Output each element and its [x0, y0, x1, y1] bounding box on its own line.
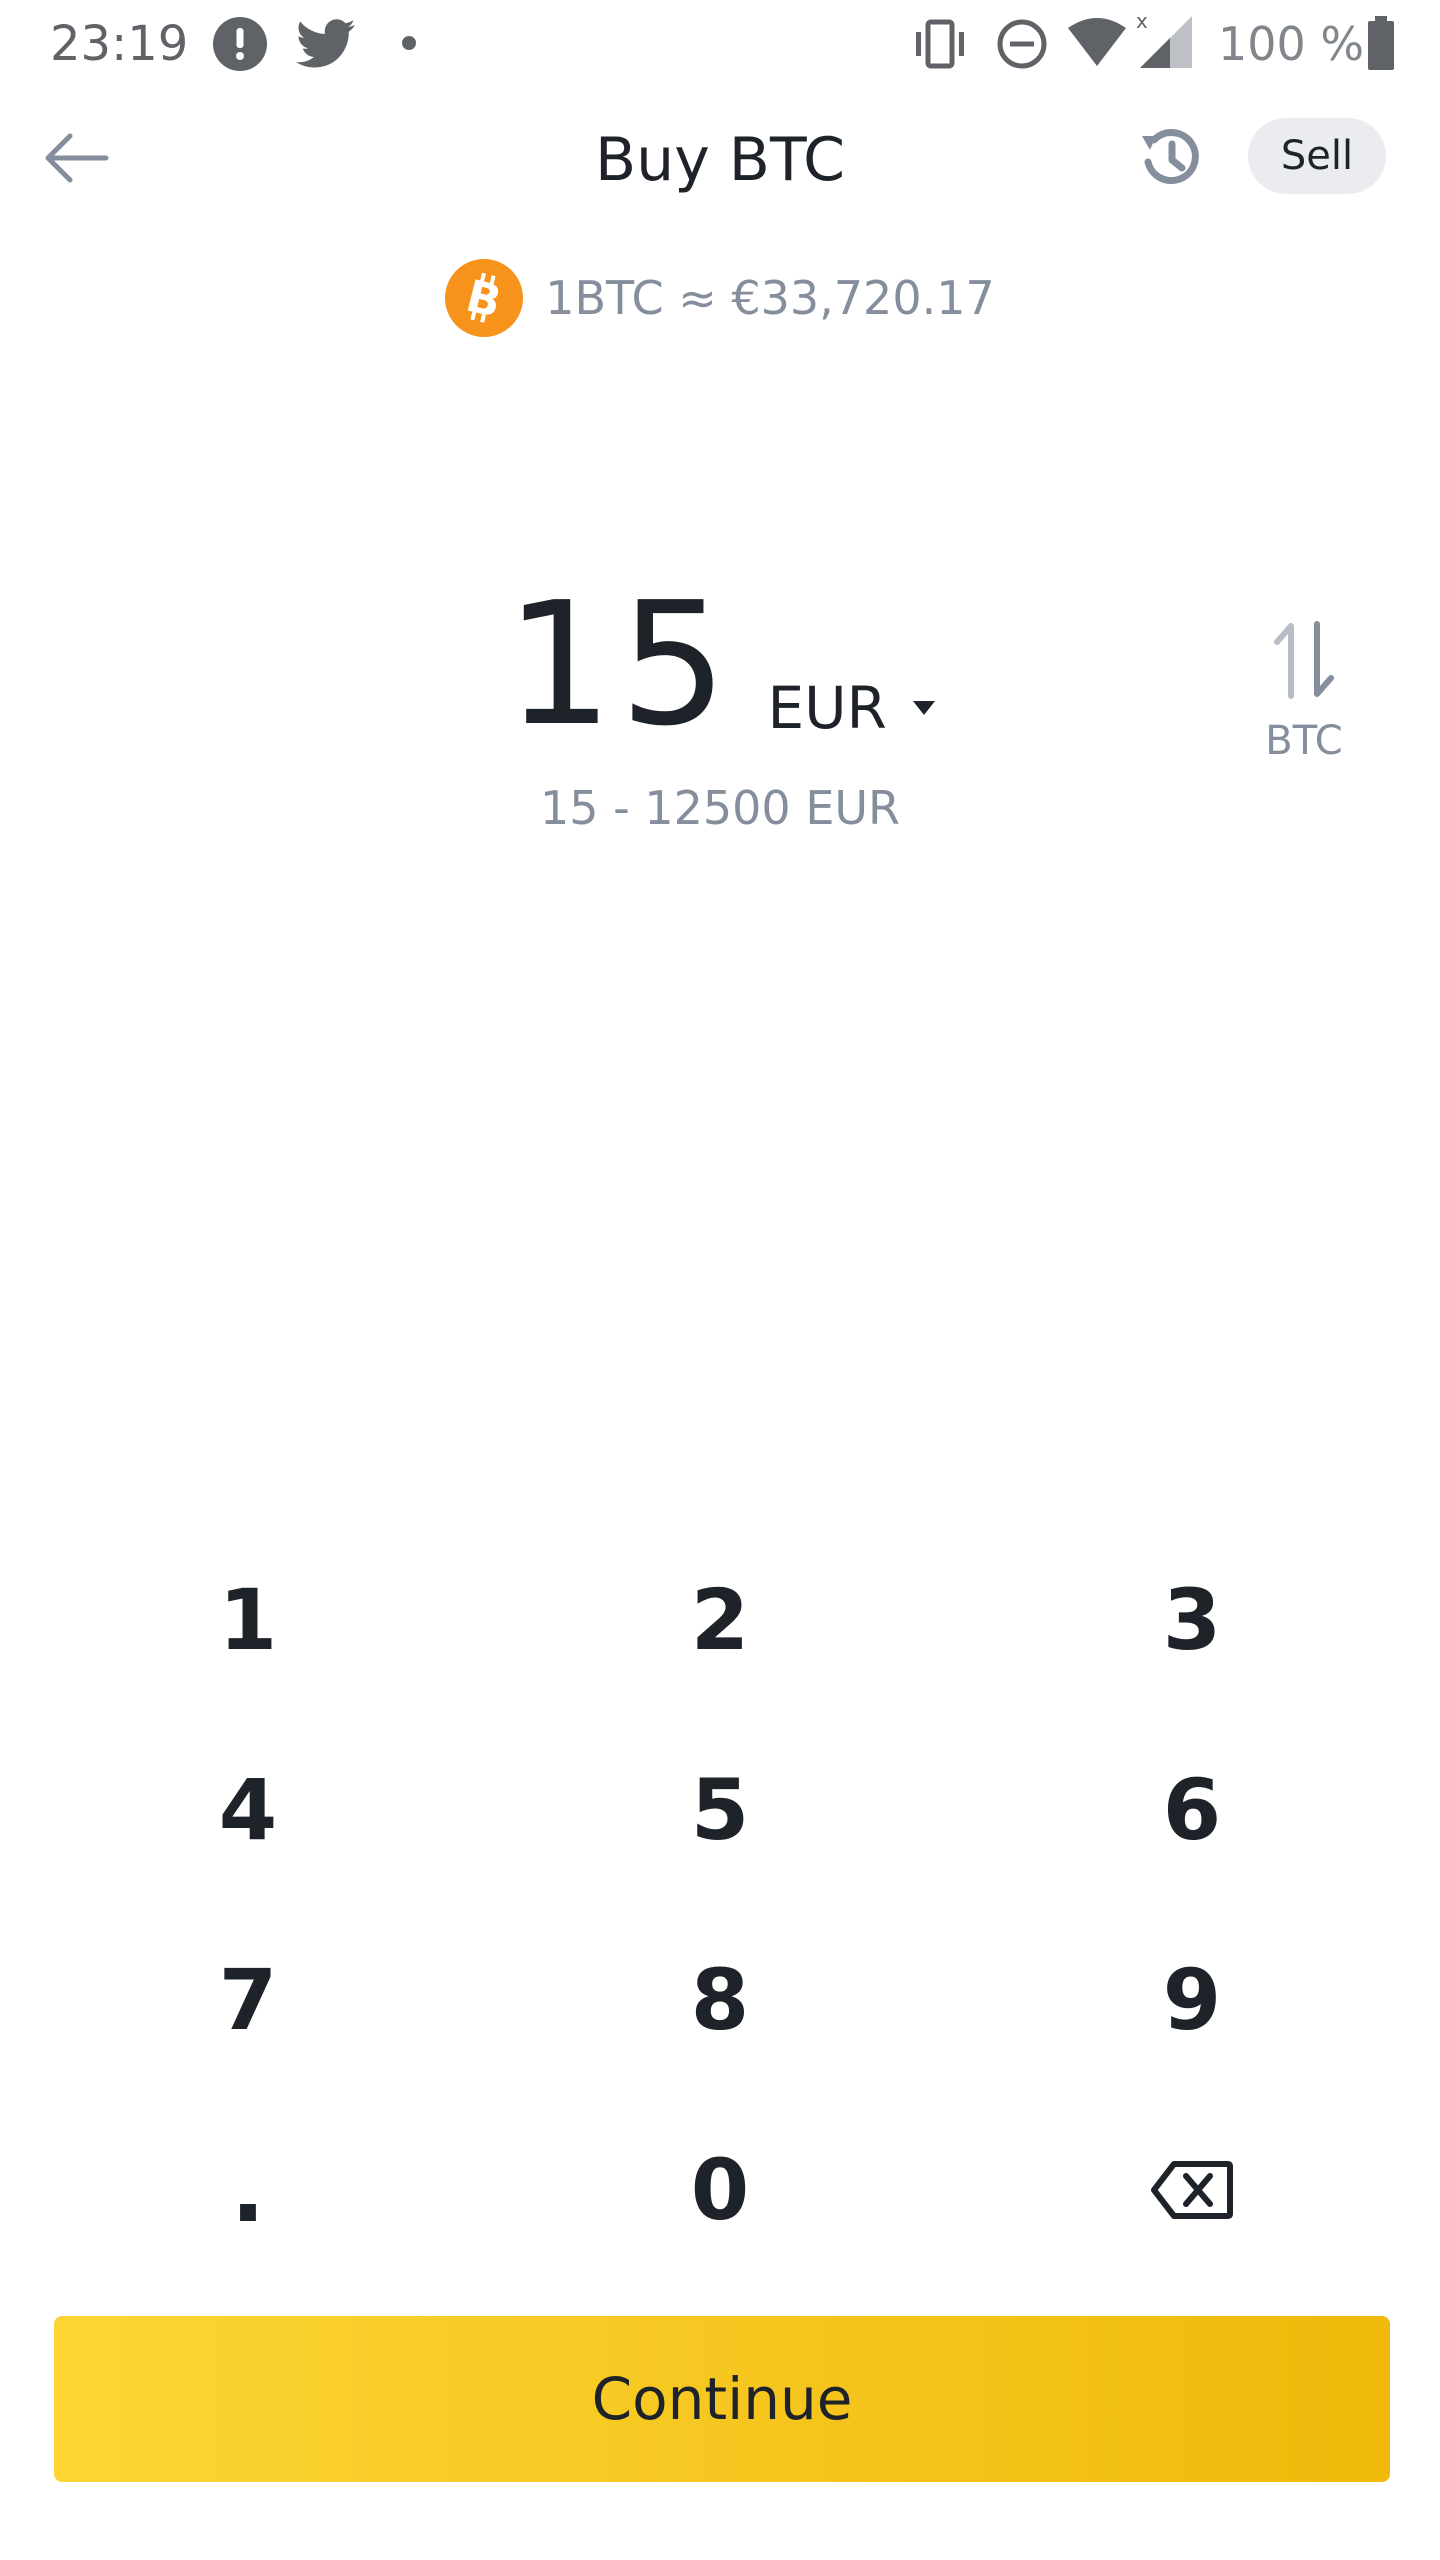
keypad-key-decimal[interactable]: . — [58, 2110, 438, 2270]
currency-selector[interactable]: EUR — [767, 674, 935, 742]
switch-currency-label: BTC — [1265, 718, 1343, 764]
bitcoin-icon: B — [445, 259, 524, 337]
rate-text: 1BTC ≈ €33,720.17 — [545, 271, 995, 325]
amount-value: 15 — [505, 566, 734, 764]
switch-currency-button[interactable]: BTC — [1252, 620, 1356, 790]
twitter-icon — [296, 18, 356, 70]
keypad-key-3[interactable]: 3 — [1002, 1540, 1382, 1700]
status-bar: 23:19 x 100 % — [0, 0, 1440, 90]
keypad-key-8[interactable]: 8 — [530, 1920, 910, 2080]
currency-label: EUR — [767, 674, 887, 742]
dnd-icon — [994, 16, 1050, 72]
wifi-icon — [1066, 16, 1128, 70]
keypad-delete-button[interactable] — [1002, 2110, 1382, 2270]
history-icon — [1142, 129, 1199, 185]
amount-display: 15 EUR — [0, 580, 1440, 750]
status-time: 23:19 — [50, 16, 189, 72]
keypad-key-1[interactable]: 1 — [58, 1540, 438, 1700]
backspace-icon — [1151, 2161, 1233, 2219]
alert-icon — [212, 16, 268, 72]
keypad-key-6[interactable]: 6 — [1002, 1730, 1382, 1890]
back-button[interactable] — [36, 118, 116, 198]
swap-arrows-icon — [1274, 621, 1334, 699]
dot-icon — [400, 34, 418, 52]
keypad-key-5[interactable]: 5 — [530, 1730, 910, 1890]
keypad-key-2[interactable]: 2 — [530, 1540, 910, 1700]
order-history-button[interactable] — [1128, 116, 1212, 200]
battery-percentage: 100 % — [1218, 17, 1365, 71]
vibrate-icon — [910, 16, 970, 72]
svg-text:x: x — [1136, 10, 1148, 33]
caret-down-icon — [912, 701, 935, 715]
continue-button[interactable]: Continue — [54, 2316, 1390, 2482]
back-arrow-icon — [45, 133, 109, 183]
sell-button[interactable]: Sell — [1248, 118, 1386, 194]
exchange-rate: B 1BTC ≈ €33,720.17 — [0, 258, 1440, 338]
keypad-key-7[interactable]: 7 — [58, 1920, 438, 2080]
page-title: Buy BTC — [595, 125, 845, 195]
battery-icon — [1366, 14, 1396, 72]
amount-range: 15 - 12500 EUR — [539, 781, 901, 835]
keypad-key-0[interactable]: 0 — [530, 2110, 910, 2270]
keypad-key-9[interactable]: 9 — [1002, 1920, 1382, 2080]
signal-icon: x — [1134, 10, 1196, 70]
keypad-key-4[interactable]: 4 — [58, 1730, 438, 1890]
